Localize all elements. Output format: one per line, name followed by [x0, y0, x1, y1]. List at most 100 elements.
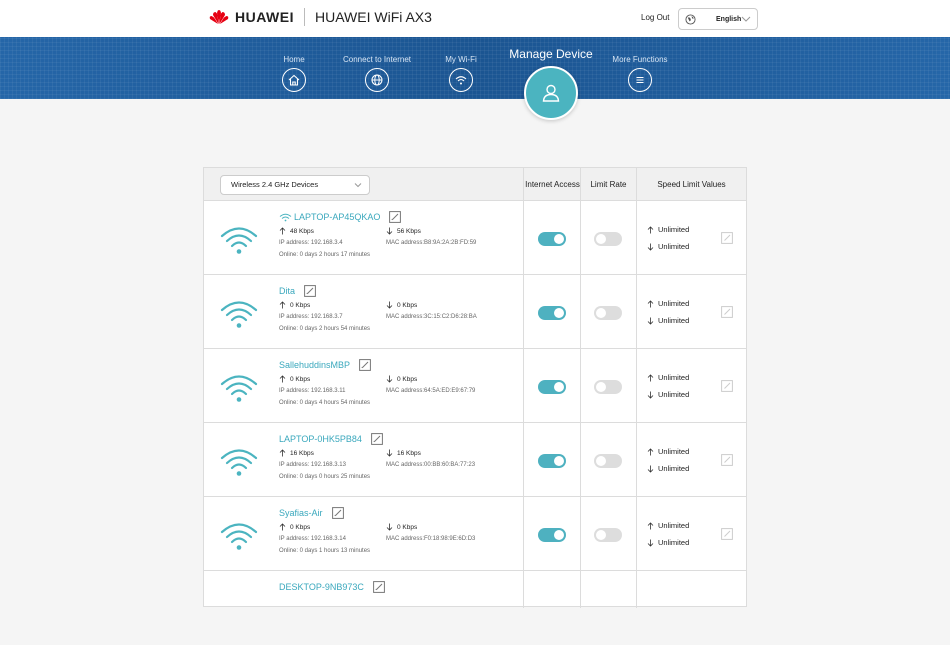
home-icon	[282, 68, 306, 92]
arrow-up-icon	[279, 227, 286, 235]
limit-rate-toggle[interactable]	[594, 380, 622, 394]
download-limit-value: Unlimited	[658, 242, 690, 251]
download-limit: Unlimited	[647, 538, 689, 547]
download-rate: 16 Kbps	[386, 449, 421, 457]
arrow-down-icon	[647, 243, 654, 251]
huawei-logo-icon	[209, 10, 229, 24]
arrow-up-icon	[647, 225, 654, 233]
arrow-up-icon	[279, 523, 286, 531]
brand-name: HUAWEI	[235, 9, 294, 25]
wifi-device-icon	[220, 375, 258, 402]
limit-rate-toggle[interactable]	[594, 454, 622, 468]
upload-rate-value: 0 Kbps	[290, 301, 311, 309]
download-limit: Unlimited	[647, 316, 689, 325]
nav-connect-to-internet[interactable]: Connect to Internet	[340, 55, 414, 92]
arrow-down-icon	[386, 301, 393, 309]
speed-limit-edit-icon[interactable]	[721, 380, 733, 392]
speed-limit-edit-icon[interactable]	[721, 528, 733, 540]
nav-more-functions[interactable]: More Functions	[610, 55, 670, 92]
divider	[304, 8, 305, 26]
download-rate: 0 Kbps	[386, 523, 417, 531]
online-duration: Online: 0 days 2 hours 54 minutes	[279, 326, 371, 332]
internet-access-toggle[interactable]	[538, 454, 566, 468]
upload-rate: 0 Kbps	[279, 375, 310, 383]
edit-icon[interactable]	[304, 285, 316, 297]
internet-access-toggle[interactable]	[538, 232, 566, 246]
table-row: LAPTOP-AP45QKAO 48 Kbps 56 Kbps IP addre…	[204, 201, 746, 275]
edit-icon[interactable]	[389, 211, 402, 223]
device-name-link[interactable]: Syafias-Air	[279, 507, 344, 519]
upload-rate-value: 0 Kbps	[290, 375, 311, 383]
upload-rate: 0 Kbps	[279, 301, 310, 309]
download-limit-value: Unlimited	[658, 464, 690, 473]
table-row: LAPTOP-0HK5PB84 16 Kbps 16 Kbps IP addre…	[204, 423, 746, 497]
toggle-knob	[554, 308, 564, 318]
top-bar: HUAWEI HUAWEI WiFi AX3 Log Out English	[0, 0, 950, 37]
device-name: Dita	[279, 286, 296, 296]
device-name: LAPTOP-AP45QKAO	[294, 212, 381, 222]
mac-address: MAC address:B8:9A:2A:2B:FD:59	[386, 240, 477, 246]
arrow-up-icon	[647, 299, 654, 307]
internet-access-toggle[interactable]	[538, 380, 566, 394]
toggle-knob	[596, 456, 606, 466]
device-name-link[interactable]: LAPTOP-AP45QKAO	[279, 211, 402, 223]
wifi-device-icon	[220, 301, 258, 328]
toggle-knob	[554, 234, 564, 244]
nav-my-wifi[interactable]: My Wi-Fi	[443, 55, 479, 92]
upload-limit-value: Unlimited	[658, 299, 690, 308]
device-name-link[interactable]: SallehuddinsMBP	[279, 359, 371, 371]
band-select-value: Wireless 2.4 GHz Devices	[231, 180, 319, 189]
header-speed-limit-values: Speed Limit Values	[657, 179, 726, 189]
limit-rate-toggle[interactable]	[594, 232, 622, 246]
wifi-device-icon	[220, 227, 258, 254]
wifi-icon	[449, 68, 473, 92]
table-row: Dita 0 Kbps 0 Kbps IP address: 192.168.3…	[204, 275, 746, 349]
device-name-link[interactable]: DESKTOP-9NB973C	[279, 581, 385, 593]
toggle-knob	[596, 234, 606, 244]
band-select[interactable]: Wireless 2.4 GHz Devices	[220, 175, 370, 195]
internet-access-toggle[interactable]	[538, 306, 566, 320]
device-name-link[interactable]: Dita	[279, 285, 316, 297]
toggle-knob	[596, 530, 606, 540]
download-rate-value: 56 Kbps	[397, 227, 421, 235]
toggle-knob	[596, 382, 606, 392]
speed-limit-edit-icon[interactable]	[721, 454, 733, 466]
online-duration: Online: 0 days 4 hours 54 minutes	[279, 400, 371, 406]
nav-label: Connect to Internet	[342, 55, 412, 64]
chevron-down-icon	[741, 16, 751, 22]
edit-icon[interactable]	[372, 581, 385, 593]
logout-link[interactable]: Log Out	[641, 13, 669, 22]
limit-rate-toggle[interactable]	[594, 306, 622, 320]
upload-rate-value: 48 Kbps	[290, 227, 314, 235]
speed-limit-edit-icon[interactable]	[721, 232, 733, 244]
nav-label: Home	[283, 55, 305, 64]
edit-icon[interactable]	[359, 359, 371, 371]
download-limit-value: Unlimited	[658, 316, 690, 325]
speed-limit-edit-icon[interactable]	[721, 306, 733, 318]
arrow-down-icon	[647, 539, 654, 547]
product-name: HUAWEI WiFi AX3	[315, 9, 432, 25]
globe-icon	[685, 13, 696, 25]
upload-rate-value: 0 Kbps	[290, 523, 311, 531]
download-rate-value: 16 Kbps	[397, 449, 421, 457]
nav-home[interactable]: Home	[280, 55, 308, 92]
edit-icon[interactable]	[370, 433, 383, 445]
download-limit: Unlimited	[647, 390, 689, 399]
globe-icon	[365, 68, 389, 92]
download-limit: Unlimited	[647, 242, 689, 251]
nav-label: More Functions	[612, 55, 668, 64]
online-duration: Online: 0 days 2 hours 17 minutes	[279, 252, 371, 258]
internet-access-toggle[interactable]	[538, 528, 566, 542]
menu-icon	[628, 68, 652, 92]
limit-rate-toggle[interactable]	[594, 528, 622, 542]
language-select[interactable]: English	[678, 8, 758, 30]
upload-limit: Unlimited	[647, 447, 689, 456]
download-limit-value: Unlimited	[658, 538, 690, 547]
devices-table: Wireless 2.4 GHz Devices Internet Access…	[203, 167, 747, 608]
nav-label: My Wi-Fi	[445, 55, 477, 64]
device-name-link[interactable]: LAPTOP-0HK5PB84	[279, 433, 383, 445]
table-row: SallehuddinsMBP 0 Kbps 0 Kbps IP address…	[204, 349, 746, 423]
nav-manage-device[interactable]	[524, 66, 578, 120]
download-rate: 0 Kbps	[386, 375, 417, 383]
edit-icon[interactable]	[331, 507, 344, 519]
